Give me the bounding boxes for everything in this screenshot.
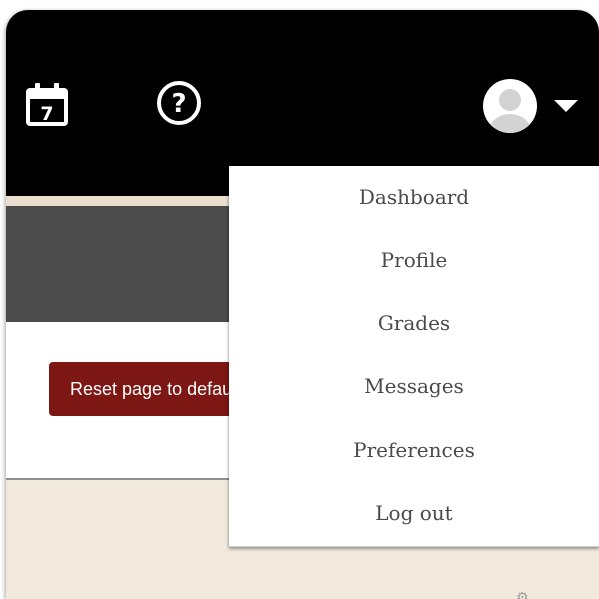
menu-item-logout[interactable]: Log out	[229, 493, 599, 533]
partial-icon: ⚙	[516, 590, 529, 599]
app-window: 7 ? Reset page to default ⚙ Dashboard Pr…	[6, 10, 599, 599]
menu-item-grades[interactable]: Grades	[229, 303, 599, 343]
menu-item-profile[interactable]: Profile	[229, 240, 599, 280]
avatar[interactable]	[481, 77, 539, 135]
calendar-day-number: 7	[40, 103, 53, 125]
menu-item-messages[interactable]: Messages	[229, 366, 599, 406]
caret-down-icon[interactable]	[552, 98, 580, 114]
menu-item-preferences[interactable]: Preferences	[229, 430, 599, 470]
help-icon[interactable]: ?	[155, 79, 203, 127]
menu-item-dashboard[interactable]: Dashboard	[229, 177, 599, 217]
user-menu-dropdown: Dashboard Profile Grades Messages Prefer…	[229, 166, 599, 547]
calendar-icon[interactable]: 7	[24, 81, 70, 127]
help-glyph: ?	[171, 89, 186, 119]
